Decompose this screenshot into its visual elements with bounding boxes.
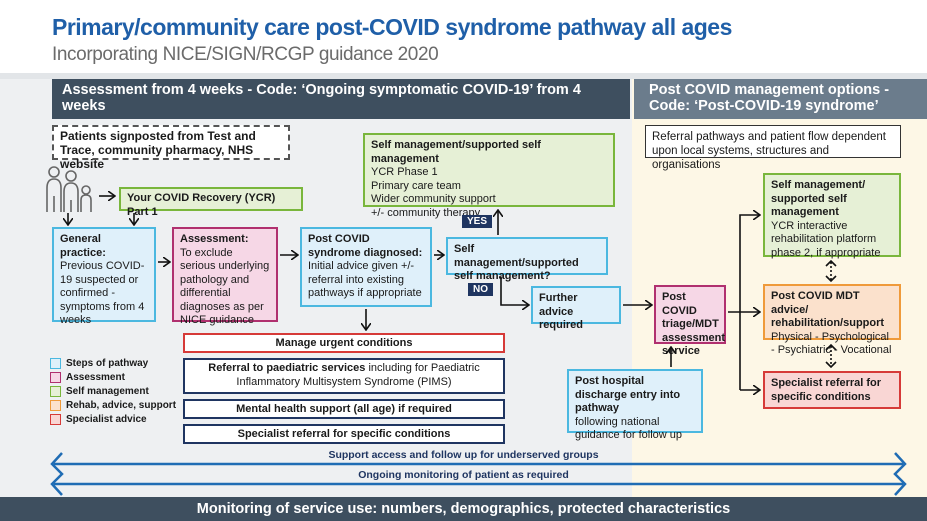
legend-label: Self management xyxy=(66,385,149,397)
ycr-part1-box: Your COVID Recovery (YCR) Part 1 xyxy=(119,187,303,218)
self-management-top-title: Self management/supported self managemen… xyxy=(371,139,541,165)
no-label: NO xyxy=(468,283,493,296)
paediatric-title: Referral to paediatric services xyxy=(208,362,366,374)
self-management-question-box: Self management/supported self managemen… xyxy=(446,237,608,282)
signposted-box: Patients signposted from Test and Trace,… xyxy=(52,125,290,171)
mdt-advice-title: Post COVID MDT advice/ rehabilitation/su… xyxy=(771,290,885,329)
paediatric-referral-box: Referral to paediatric services includin… xyxy=(183,358,505,394)
legend-item: Steps of pathway xyxy=(50,356,176,370)
legend-label: Rehab, advice, support xyxy=(66,399,177,411)
triage-box: Post COVID triage/MDT assessment service xyxy=(654,285,726,357)
further-advice-box: Further advice required xyxy=(531,286,621,331)
yes-label: YES xyxy=(462,215,493,228)
manage-urgent-box: Manage urgent conditions xyxy=(183,333,505,353)
self-management-top-line: Wider community support xyxy=(371,193,496,205)
self-management-right-body: YCR interactive rehabilitation platform … xyxy=(771,219,881,259)
self-management-top-line: Primary care team xyxy=(371,179,461,192)
footer-banner: Monitoring of service use: numbers, demo… xyxy=(0,497,927,521)
hospital-discharge-box: Post hospital discharge entry into pathw… xyxy=(567,369,703,441)
general-practice-box: General practice: Previous COVID-19 susp… xyxy=(52,227,156,326)
legend-label: Steps of pathway xyxy=(66,357,149,369)
mental-health-box: Mental health support (all age) if requi… xyxy=(183,399,505,419)
legend-swatch xyxy=(50,371,61,383)
legend-label: Assessment xyxy=(66,371,125,383)
assessment-section-header: Assessment from 4 weeks - Code: ‘Ongoing… xyxy=(52,79,630,119)
legend-item: Self management xyxy=(50,384,176,398)
self-management-right-box: Self management/ supported self manageme… xyxy=(763,173,901,259)
assessment-title: Assessment: xyxy=(180,233,249,245)
legend-swatch xyxy=(50,413,61,425)
hospital-discharge-body: following national guidance for follow u… xyxy=(575,415,683,442)
legend-item: Assessment xyxy=(50,370,176,384)
legend-item: Rehab, advice, support xyxy=(50,398,176,412)
ongoing-monitoring-label: Ongoing monitoring of patient as require… xyxy=(358,469,569,481)
management-section-header: Post COVID management options - Code: ‘P… xyxy=(634,79,927,119)
diagnosed-title: Post COVID syndrome diagnosed: xyxy=(308,233,423,259)
specialist-referral-right-box: Specialist referral for specific conditi… xyxy=(763,371,901,409)
diagnosed-body: Initial advice given +/- referral into e… xyxy=(308,260,422,299)
mdt-advice-box: Post COVID MDT advice/ rehabilitation/su… xyxy=(763,284,901,356)
page-title: Primary/community care post-COVID syndro… xyxy=(52,14,732,40)
self-management-right-title: Self management/ supported self manageme… xyxy=(771,179,866,218)
legend-swatch xyxy=(50,385,61,397)
specialist-referral-left-box: Specialist referral for specific conditi… xyxy=(183,424,505,444)
general-practice-body: Previous COVID-19 suspected or confirmed… xyxy=(60,260,145,326)
family-icon xyxy=(46,166,92,212)
assessment-body: To exclude serious underlying pathology … xyxy=(180,246,270,327)
self-management-top-line: YCR Phase 1 xyxy=(371,166,438,178)
page-subtitle: Incorporating NICE/SIGN/RCGP guidance 20… xyxy=(52,44,439,65)
hospital-discharge-title: Post hospital discharge entry into pathw… xyxy=(575,375,681,414)
mdt-advice-body: Physical - Psychological - Psychiatric -… xyxy=(771,330,892,357)
legend-item: Specialist advice xyxy=(50,412,176,426)
diagnosed-box: Post COVID syndrome diagnosed: Initial a… xyxy=(300,227,432,307)
legend: Steps of pathway Assessment Self managem… xyxy=(50,356,176,426)
legend-swatch xyxy=(50,357,61,369)
legend-label: Specialist advice xyxy=(66,413,147,425)
support-access-label: Support access and follow up for underse… xyxy=(328,449,599,461)
self-management-top-box: Self management/supported self managemen… xyxy=(363,133,615,219)
general-practice-title: General practice: xyxy=(60,233,106,259)
assessment-box: Assessment: To exclude serious underlyin… xyxy=(172,227,278,326)
legend-swatch xyxy=(50,399,61,411)
referral-note-box: Referral pathways and patient flow depen… xyxy=(645,125,901,171)
